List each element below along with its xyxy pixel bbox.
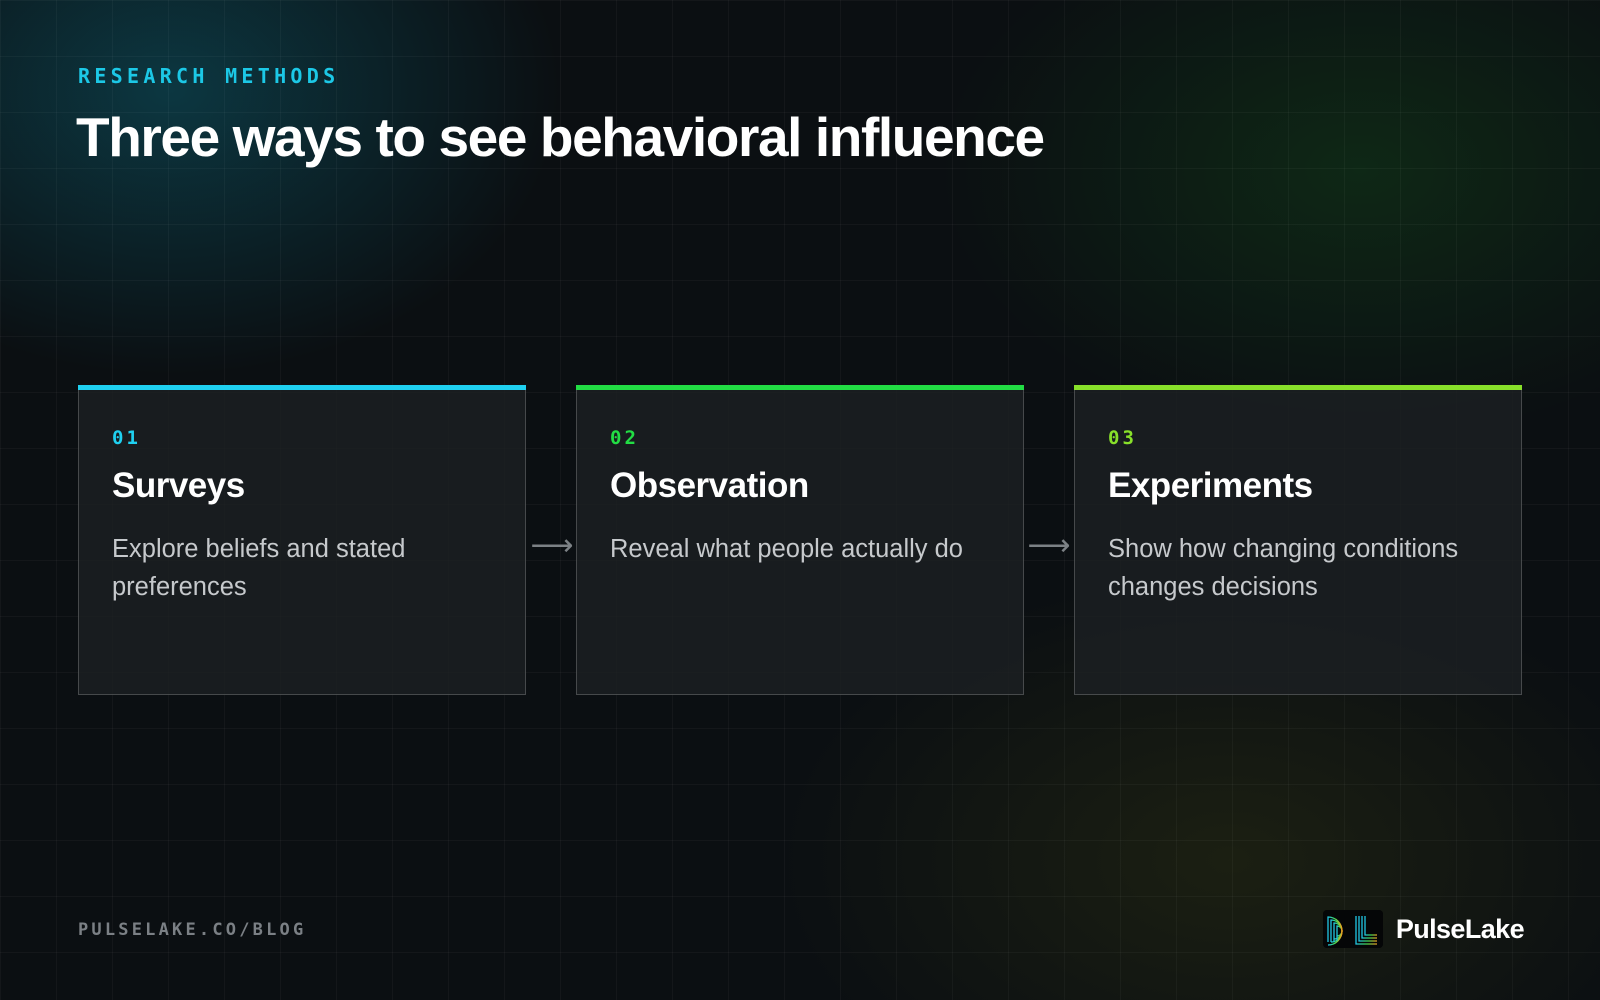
brand-name: PulseLake xyxy=(1395,913,1525,944)
card-title: Experiments xyxy=(1108,466,1313,505)
card-title: Surveys xyxy=(112,466,245,505)
card-number: 01 xyxy=(112,427,141,449)
brand-lockup: PL PulseLake xyxy=(1322,910,1525,948)
footer-url-link[interactable]: PULSELAKE.CO/BLOG xyxy=(78,920,306,940)
method-card-surveys: 01 Surveys Explore beliefs and stated pr… xyxy=(78,385,526,695)
card-title: Observation xyxy=(610,466,809,505)
card-accent-bar xyxy=(1074,385,1522,390)
card-number: 03 xyxy=(1108,427,1137,449)
slide: RESEARCH METHODS Three ways to see behav… xyxy=(0,0,1600,1000)
method-card-observation: 02 Observation Reveal what people actual… xyxy=(576,385,1024,695)
card-accent-bar xyxy=(78,385,526,390)
card-description: Show how changing conditions changes dec… xyxy=(1108,535,1459,601)
method-card-experiments: 03 Experiments Show how changing conditi… xyxy=(1074,385,1522,695)
page-title: Three ways to see behavioral influence xyxy=(76,106,1045,168)
card-description: Reveal what people actually do xyxy=(610,535,963,563)
arrow-right-icon: ⟶ xyxy=(1027,528,1071,563)
card-accent-bar xyxy=(576,385,1024,390)
section-eyebrow: RESEARCH METHODS xyxy=(78,64,340,88)
card-number: 02 xyxy=(610,427,639,449)
arrow-right-icon: ⟶ xyxy=(530,528,574,563)
pulselake-logo-icon: PL xyxy=(1322,910,1383,948)
card-description: Explore beliefs and stated preferences xyxy=(112,535,406,601)
